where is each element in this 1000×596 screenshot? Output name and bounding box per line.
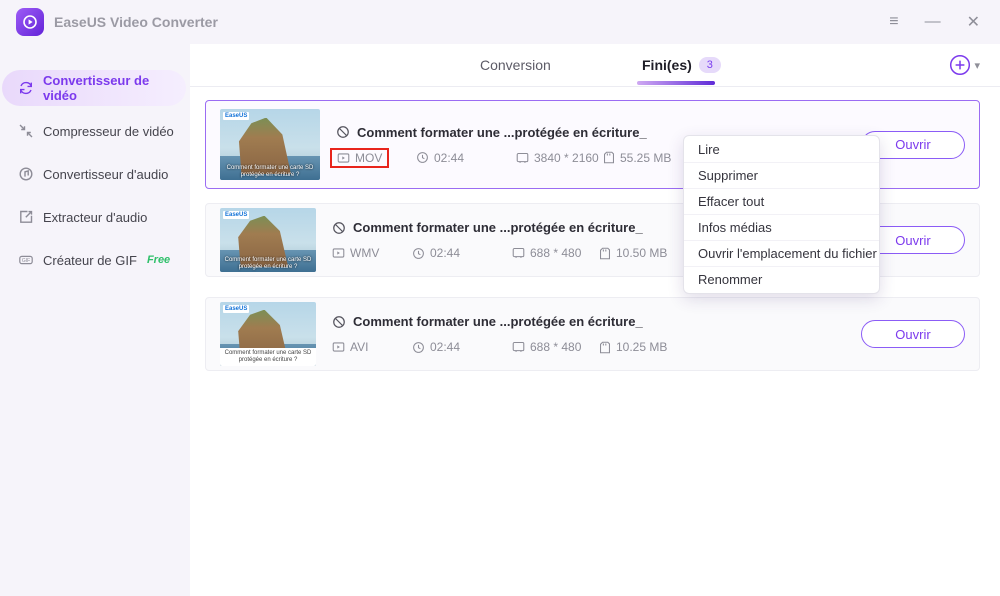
video-status-icon (332, 315, 346, 329)
menu-item-rename[interactable]: Renommer (684, 267, 879, 292)
clock-icon (413, 247, 424, 259)
extract-audio-icon (18, 209, 34, 225)
sidebar-item-label: Convertisseur d'audio (43, 166, 169, 182)
menu-item-media-info[interactable]: Infos médias (684, 215, 879, 241)
duration-value: 02:44 (412, 340, 512, 354)
format-icon (332, 248, 345, 258)
format-value: WMV (332, 246, 412, 260)
resolution-value: 688 * 480 (512, 340, 599, 354)
gif-icon: GIF (18, 252, 34, 268)
file-card[interactable]: EaseUS Comment formater une carte SD pro… (205, 297, 980, 371)
menu-item-clear-all[interactable]: Effacer tout (684, 189, 879, 215)
app-title: EaseUS Video Converter (54, 14, 218, 30)
thumbnail-logo: EaseUS (223, 211, 250, 219)
titlebar: EaseUS Video Converter ≡ — ✕ (0, 0, 1000, 44)
minimize-icon[interactable]: — (925, 13, 941, 31)
format-value: AVI (332, 340, 412, 354)
video-status-icon (332, 221, 346, 235)
video-thumbnail: EaseUS Comment formater une carte SD pro… (220, 109, 320, 180)
active-tab-underline (637, 81, 715, 85)
sidebar-item-audio-extractor[interactable]: Extracteur d'audio (2, 199, 186, 235)
clock-icon (417, 152, 428, 163)
file-title: Comment formater une ...protégée en écri… (353, 220, 643, 235)
file-title: Comment formater une ...protégée en écri… (357, 124, 647, 140)
sidebar-item-video-converter[interactable]: Convertisseur de vidéo (2, 70, 186, 106)
size-value: 10.25 MB (599, 340, 667, 354)
size-value: 55.25 MB (603, 151, 671, 165)
format-highlight-box: MOV (330, 147, 390, 168)
thumbnail-caption: Comment formater une carte SD protégée e… (220, 347, 316, 366)
app-logo-icon (16, 8, 44, 36)
sidebar: Convertisseur de vidéo Compresseur de vi… (0, 44, 190, 596)
thumbnail-caption: Comment formater une carte SD protégée e… (224, 256, 312, 270)
convert-video-icon (18, 80, 34, 96)
format-icon (337, 152, 350, 163)
menu-item-open-file-location[interactable]: Ouvrir l'emplacement du fichier (684, 241, 879, 267)
sidebar-item-label: Convertisseur de vidéo (43, 73, 150, 103)
convert-audio-icon (18, 166, 34, 182)
open-button[interactable]: Ouvrir (861, 320, 965, 348)
free-badge: Free (146, 254, 171, 266)
format-icon (332, 342, 345, 352)
menu-item-delete[interactable]: Supprimer (684, 163, 879, 189)
duration-value: 02:44 (412, 246, 512, 260)
thumbnail-logo: EaseUS (223, 112, 250, 120)
file-title: Comment formater une ...protégée en écri… (353, 314, 643, 329)
sidebar-item-audio-converter[interactable]: Convertisseur d'audio (2, 156, 186, 192)
tab-finished[interactable]: Fini(es) 3 (642, 44, 721, 86)
sidebar-item-video-compressor[interactable]: Compresseur de vidéo (2, 113, 186, 149)
finished-count-badge: 3 (698, 57, 721, 73)
sidebar-item-label: Créateur de GIF (43, 252, 137, 268)
storage-icon (600, 247, 610, 259)
tab-conversion[interactable]: Conversion (480, 44, 551, 86)
close-icon[interactable]: ✕ (967, 12, 980, 32)
sidebar-item-label: Compresseur de vidéo (43, 123, 174, 139)
add-file-button[interactable] (949, 54, 971, 76)
resolution-value: 688 * 480 (512, 246, 599, 260)
size-value: 10.50 MB (599, 246, 667, 260)
video-status-icon (336, 125, 350, 139)
menu-icon[interactable]: ≡ (889, 13, 898, 31)
video-thumbnail: EaseUS Comment formater une carte SD pro… (220, 302, 316, 366)
menu-item-play[interactable]: Lire (684, 137, 879, 163)
tabbar: Conversion Fini(es) 3 ▾ (190, 44, 1000, 87)
resolution-icon (512, 248, 525, 258)
thumbnail-logo: EaseUS (223, 305, 250, 313)
video-thumbnail: EaseUS Comment formater une carte SD pro… (220, 208, 316, 272)
thumbnail-caption: Comment formater une carte SD protégée e… (226, 164, 314, 178)
resolution-icon (512, 342, 525, 352)
resolution-icon (516, 152, 529, 163)
clock-icon (413, 341, 424, 353)
storage-icon (600, 341, 610, 353)
compress-video-icon (18, 123, 34, 139)
tab-finished-label: Fini(es) (642, 57, 692, 73)
sidebar-item-gif-creator[interactable]: GIF Créateur de GIF Free (2, 242, 186, 278)
main-panel: Conversion Fini(es) 3 ▾ EaseUS Comment f… (190, 44, 1000, 596)
chevron-down-icon[interactable]: ▾ (974, 59, 980, 72)
sidebar-item-label: Extracteur d'audio (43, 209, 148, 225)
format-value: MOV (330, 147, 416, 168)
window-controls: ≡ — ✕ (889, 12, 980, 32)
storage-icon (604, 151, 614, 164)
svg-text:GIF: GIF (22, 258, 30, 264)
resolution-value: 3840 * 2160 (516, 151, 603, 165)
duration-value: 02:44 (416, 151, 516, 165)
context-menu: Lire Supprimer Effacer tout Infos médias… (683, 135, 880, 294)
